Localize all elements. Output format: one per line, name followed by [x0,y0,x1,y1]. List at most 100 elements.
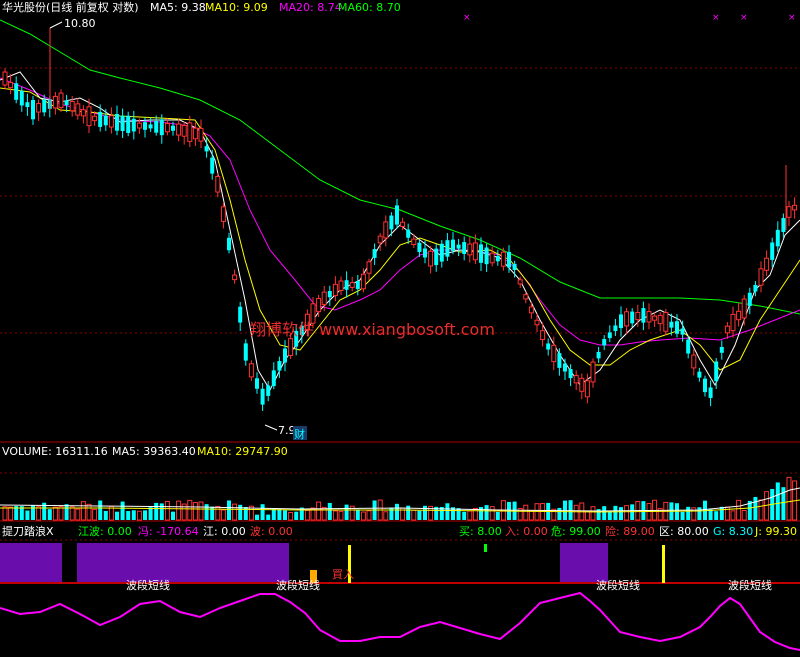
candlestick-series[interactable] [2,28,798,411]
candle-body [210,157,215,174]
candle-body [120,115,125,132]
candle-body [171,125,175,131]
candle-body [451,239,455,251]
volume-bar [98,500,103,520]
candle-body [456,244,461,249]
candle-body [641,308,646,323]
volume-bar [355,509,360,520]
volume-bar [338,510,344,521]
volume-bar [69,506,75,521]
wave-short-label: 波段短线 [276,578,320,592]
volume-bar [25,510,30,520]
wave-short-label: 波段短线 [126,578,170,592]
candle-body [204,146,209,152]
candle-body [786,206,792,218]
volume-bar [719,506,724,520]
candle-body [657,314,663,325]
candle-body [758,268,764,286]
ma10-readout: MA10: 9.09 [205,1,268,14]
candle-body [215,175,221,193]
indicator-g: G: 8.30 [713,525,753,538]
candle-body [584,380,590,398]
volume-bar [283,510,287,520]
candle-body [220,206,226,222]
candle-body [417,242,422,253]
candle-body [708,387,713,398]
volume-bar [288,511,294,521]
candle-body [360,273,366,290]
candle-body [349,282,355,288]
candle-body [366,261,372,274]
indicator-qu: 区: 80.00 [659,525,709,538]
volume-bar [383,511,389,521]
indicator-ru: 入: 0.00 [505,525,548,538]
volume-bar [126,511,131,520]
candle-body [439,243,444,262]
svg-text:×: × [740,13,748,23]
volume-bar [198,501,204,521]
candle-body [579,377,585,392]
volume-ma5-readout: MA5: 39363.40 [112,445,196,458]
candle-body [136,122,142,129]
finance-tag[interactable]: 财 [293,426,307,441]
volume-bar [495,511,500,520]
volume-bar [294,511,299,520]
candle-body [283,348,287,363]
volume-bar [154,502,159,520]
volume-bar [332,510,338,521]
candle-body [551,344,557,363]
volume-bar [64,504,69,520]
volume-bar [80,501,86,521]
high-price-marker: 10.80 [49,17,96,30]
candle-body [115,114,119,131]
volume-bar [120,501,125,520]
candle-body [227,237,231,251]
candle-body [327,291,332,298]
volume-ma10-readout: MA10: 29747.90 [197,445,288,458]
volume-bar [708,509,713,520]
candle-body [523,294,529,300]
volume-bar [58,506,64,521]
candle-body [36,103,42,113]
candle-body [238,306,243,323]
volume-bar [136,510,142,521]
volume-bar [557,507,562,520]
candle-body [154,120,159,133]
candle-body [316,298,322,313]
volume-bar [86,503,92,521]
signal-markers: × × × × [463,13,796,23]
volume-bar [523,504,529,521]
candle-body [730,313,736,332]
candle-body [159,119,164,136]
volume-bar [736,499,742,521]
candle-body [395,205,399,225]
candle-body [467,243,473,256]
candle-body [646,311,652,323]
candle-body [781,218,786,233]
ma5-readout: MA5: 9.38 [150,1,206,14]
volume-bar [204,504,209,520]
candle-body [260,388,265,405]
volume-bar [215,505,221,521]
candle-body [75,103,81,116]
volume-bar [479,507,483,520]
svg-text:10.80: 10.80 [64,17,96,30]
candle-body [192,127,198,140]
stock-chart[interactable]: 华光股份(日线 前复权 对数) MA5: 9.38 MA10: 9.09 MA2… [0,0,800,657]
candle-body [680,328,685,335]
volume-bar [220,509,226,521]
candle-body [724,325,730,334]
volume-bar [238,504,243,520]
candle-body [406,229,411,238]
candle-body [741,298,747,319]
candle-body [423,248,427,258]
volume-bar [171,511,175,520]
candle-body [602,339,607,346]
candle-body [31,100,35,120]
indicator-feng: 冯: -170.64 [138,525,199,538]
candle-body [753,284,758,292]
candle-body [164,123,170,133]
svg-text:×: × [788,13,796,23]
volume-bar [584,510,590,521]
candle-body [479,244,483,263]
